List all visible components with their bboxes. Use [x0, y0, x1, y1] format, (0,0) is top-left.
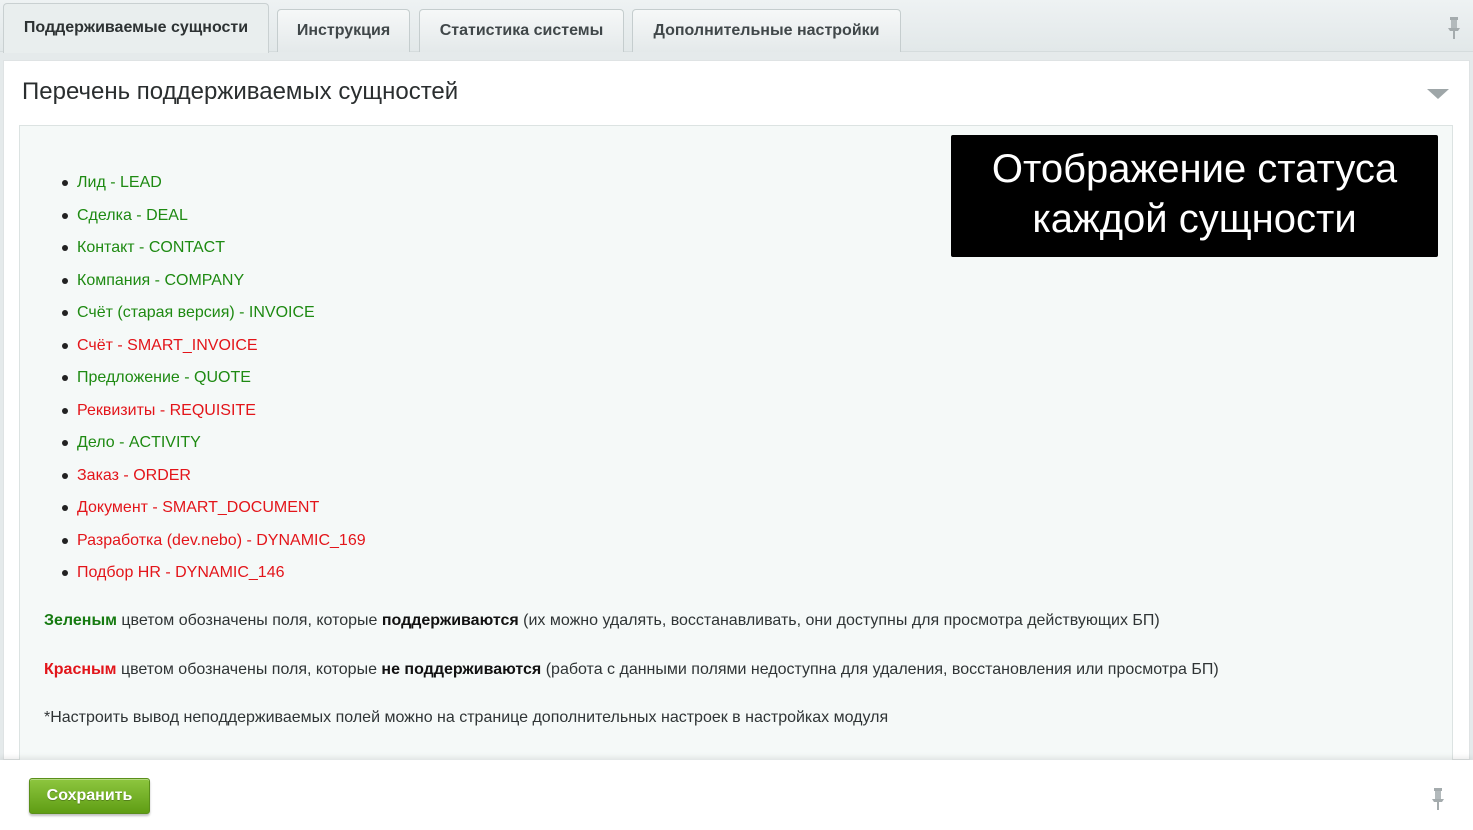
entity-list: Лид - LEAD Сделка - DEAL Контакт - CONTA… [62, 171, 366, 594]
footnote: *Настроить вывод неподдерживаемых полей … [44, 709, 889, 726]
tab-label: Дополнительные настройки [653, 22, 880, 39]
entity-item: Компания - COMPANY [62, 269, 366, 302]
entity-item: Подбор HR - DYNAMIC_146 [62, 561, 366, 594]
chevron-down-icon[interactable] [1427, 89, 1449, 99]
entity-item: Заказ - ORDER [62, 464, 366, 497]
save-button[interactable]: Сохранить [29, 778, 150, 814]
panel-title: Перечень поддерживаемых сущностей [22, 78, 459, 105]
entity-item: Счёт (старая версия) - INVOICE [62, 301, 366, 334]
footer-bar: Сохранить [0, 760, 1473, 830]
entity-item: Предложение - QUOTE [62, 366, 366, 399]
tab-label: Инструкция [296, 22, 391, 39]
tab-supported-entities[interactable]: Поддерживаемые сущности [3, 3, 269, 53]
entity-item: Дело - ACTIVITY [62, 431, 366, 464]
entity-item: Сделка - DEAL [62, 204, 366, 237]
tab-label: Статистика системы [439, 22, 604, 39]
entity-item: Разработка (dev.nebo) - DYNAMIC_169 [62, 529, 366, 562]
legend-text: цветом обозначены поля, которые [116, 612, 382, 629]
overlay-line: каждой сущности [1032, 197, 1357, 241]
tabs-bar: Поддерживаемые сущности Инструкция Стати… [0, 0, 1473, 53]
legend-emphasis: не поддерживаются [381, 661, 542, 678]
legend-text: (работа с данными полями недоступна для … [541, 661, 1219, 678]
entity-item: Документ - SMART_DOCUMENT [62, 496, 366, 529]
tab-instruction[interactable]: Инструкция [277, 9, 410, 52]
tab-system-statistics[interactable]: Статистика системы [419, 9, 624, 52]
legend-green-word: Зеленым [44, 612, 117, 629]
overlay-line: Отображение статуса [991, 147, 1398, 191]
annotation-overlay: Отображение статуса каждой сущности [951, 135, 1438, 257]
pin-icon[interactable] [1446, 17, 1462, 39]
entity-item: Счёт - SMART_INVOICE [62, 334, 366, 367]
tab-additional-settings[interactable]: Дополнительные настройки [632, 9, 901, 52]
legend-text: (их можно удалять, восстанавливать, они … [518, 612, 1160, 629]
pin-icon[interactable] [1430, 788, 1446, 810]
entity-item: Контакт - CONTACT [62, 236, 366, 269]
legend-supported-note: Зеленым цветом обозначены поля, которые … [44, 612, 1160, 630]
entity-item: Реквизиты - REQUISITE [62, 399, 366, 432]
legend-unsupported-note: Красным цветом обозначены поля, которые … [44, 661, 1219, 679]
legend-red-word: Красным [44, 661, 117, 678]
legend-text: цветом обозначены поля, которые [116, 661, 382, 678]
legend-emphasis: поддерживаются [381, 612, 519, 629]
tab-label: Поддерживаемые сущности [23, 18, 249, 36]
entity-item: Лид - LEAD [62, 171, 366, 204]
